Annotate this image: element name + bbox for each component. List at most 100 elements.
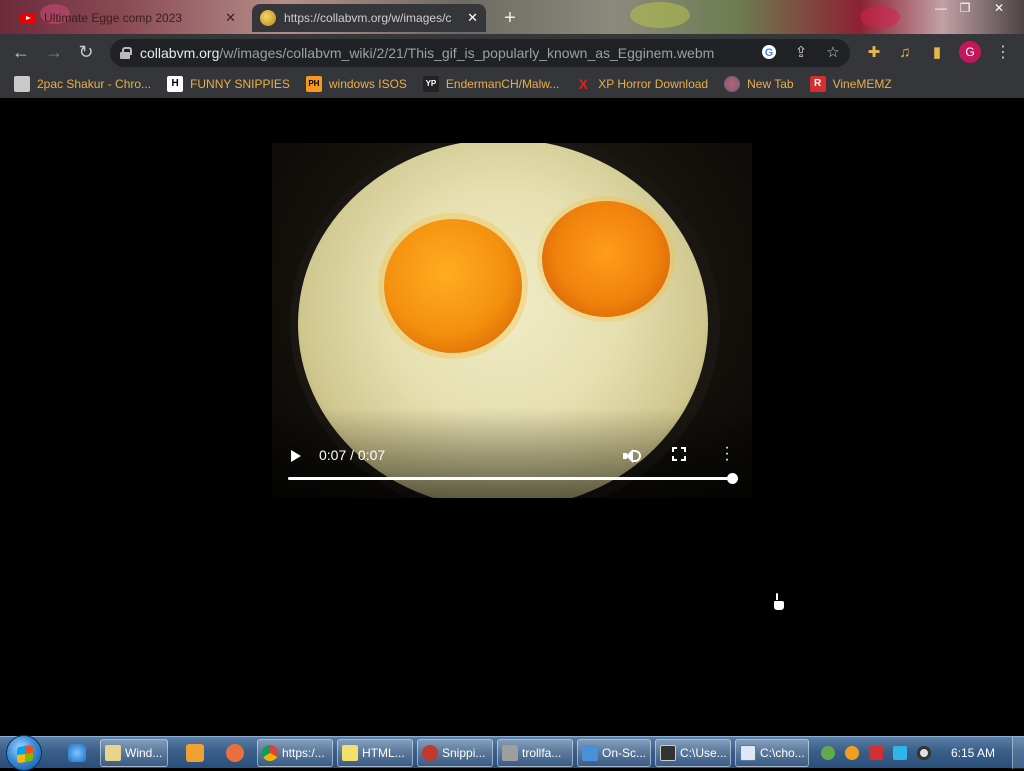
bookmark-label: 2pac Shakur - Chro... <box>37 77 152 91</box>
bookmarks-bar: 2pac Shakur - Chro... H FUNNY SNIPPIES P… <box>0 70 1024 98</box>
back-button[interactable]: ← <box>10 42 32 64</box>
obs-icon[interactable] <box>917 746 931 760</box>
taskbar-task-active[interactable]: https:/... <box>257 739 333 767</box>
tab-collabvm[interactable]: https://collabvm.org/w/images/c ✕ <box>252 4 486 32</box>
7zip-icon <box>660 745 676 761</box>
taskbar-task[interactable]: On-Sc... <box>577 739 651 767</box>
chrome-icon <box>262 745 278 761</box>
tab-strip: Ultimate Egge comp 2023 ✕ https://collab… <box>0 0 1024 34</box>
more-options-icon[interactable]: · · · <box>724 440 730 468</box>
taskbar-task[interactable]: Snippi... <box>417 739 493 767</box>
bookmark-label: VineMEMZ <box>832 77 892 91</box>
task-label: C:\cho... <box>760 746 805 760</box>
volume-icon[interactable] <box>622 446 642 466</box>
flag-icon[interactable] <box>869 746 883 760</box>
profile-avatar[interactable]: G <box>959 41 981 63</box>
task-label: trollfa... <box>522 746 562 760</box>
taskbar-task[interactable]: Wind... <box>100 739 168 767</box>
video-controls: 0:07 / 0:07 · · · <box>272 436 752 498</box>
bookmark-item[interactable]: H FUNNY SNIPPIES <box>167 76 290 92</box>
show-desktop-button[interactable] <box>1012 737 1024 769</box>
monitor-icon[interactable] <box>893 746 907 760</box>
chrome-menu-icon[interactable]: ⋮ <box>995 42 1011 62</box>
url-text[interactable]: collabvm.org/w/images/collabvm_wiki/2/21… <box>140 45 714 61</box>
side-panel-icon[interactable]: ▮ <box>927 43 947 63</box>
pornhub-favicon-icon: PH <box>305 76 322 92</box>
taskbar-task[interactable]: HTML... <box>337 739 413 767</box>
video-frame-yolk-left <box>384 219 522 353</box>
address-bar[interactable]: collabvm.org/w/images/collabvm_wiki/2/21… <box>110 39 850 67</box>
network-icon[interactable] <box>821 746 835 760</box>
html-help-icon <box>342 745 358 761</box>
explorer-window-icon <box>105 745 121 761</box>
google-icon[interactable]: G <box>760 44 778 62</box>
snipping-tool-icon <box>422 745 438 761</box>
collabvm-icon <box>260 10 276 26</box>
taskbar-clock[interactable]: 6:15 AM <box>951 746 995 760</box>
on-screen-keyboard-icon <box>582 745 598 761</box>
internet-explorer-icon[interactable] <box>68 744 86 762</box>
seek-progress <box>288 477 732 480</box>
x-favicon-icon: X <box>578 76 588 92</box>
restore-button[interactable]: ❐ <box>952 0 978 18</box>
play-icon[interactable] <box>288 448 302 464</box>
time-display: 0:07 / 0:07 <box>319 447 386 463</box>
forward-button[interactable]: → <box>43 42 65 64</box>
bookmark-label: EndermanCH/Malw... <box>445 77 560 91</box>
paint-app-icon[interactable] <box>226 744 244 762</box>
tab-title: https://collabvm.org/w/images/c <box>284 11 452 25</box>
hand-cursor-icon <box>773 592 785 612</box>
tab-title: Ultimate Egge comp 2023 <box>44 11 183 25</box>
r-favicon-icon: R <box>809 76 826 92</box>
new-tab-button[interactable]: + <box>500 7 520 30</box>
minimize-button[interactable]: — <box>928 0 954 18</box>
browser-toolbar: ← → ↻ collabvm.org/w/images/collabvm_wik… <box>0 34 1024 70</box>
url-path: /w/images/collabvm_wiki/2/21/This_gif_is… <box>219 45 715 61</box>
bookmark-label: XP Horror Download <box>598 77 709 91</box>
task-label: C:\Use... <box>680 746 727 760</box>
bookmark-item[interactable]: YP EndermanCH/Malw... <box>422 76 560 92</box>
taskbar-task[interactable]: C:\Use... <box>655 739 731 767</box>
cmd-window-icon <box>740 745 756 761</box>
svg-text:G: G <box>765 47 774 59</box>
task-label: HTML... <box>362 746 405 760</box>
newtab-favicon-icon <box>724 76 741 92</box>
share-icon[interactable]: ⇪ <box>792 44 810 62</box>
wallpaper-splash <box>630 2 690 28</box>
taskbar-task[interactable]: C:\cho... <box>735 739 809 767</box>
bookmark-item[interactable]: X XP Horror Download <box>575 76 709 92</box>
video-frame-yolk-right <box>542 201 670 317</box>
youtube-icon <box>20 12 36 24</box>
wallpaper-splash <box>860 6 900 28</box>
task-label: https:/... <box>282 746 325 760</box>
bookmark-item[interactable]: R VineMEMZ <box>809 76 892 92</box>
search-tray-icon[interactable] <box>845 746 859 760</box>
bookmark-item[interactable]: PH windows ISOS <box>305 76 407 92</box>
taskbar-task[interactable]: trollfa... <box>497 739 573 767</box>
tab-close-icon[interactable]: ✕ <box>225 10 236 26</box>
media-control-icon[interactable]: ♫ <box>895 43 915 63</box>
close-window-button[interactable]: ✕ <box>986 0 1012 18</box>
bookmark-label: New Tab <box>747 77 794 91</box>
start-button[interactable] <box>6 735 42 771</box>
bookmark-item[interactable]: New Tab <box>724 76 794 92</box>
tab-close-icon[interactable]: ✕ <box>467 10 478 26</box>
yp-favicon-icon: YP <box>422 76 439 92</box>
bookmark-label: windows ISOS <box>328 77 407 91</box>
tab-youtube[interactable]: Ultimate Egge comp 2023 ✕ <box>12 4 244 32</box>
bookmark-item[interactable]: 2pac Shakur - Chro... <box>14 76 151 92</box>
bookmark-star-icon[interactable]: ☆ <box>824 44 842 62</box>
seek-thumb[interactable] <box>727 473 738 484</box>
media-player-icon[interactable] <box>186 744 204 762</box>
seek-bar[interactable] <box>288 473 738 484</box>
url-host: collabvm.org <box>140 45 220 61</box>
task-label: On-Sc... <box>602 746 647 760</box>
fullscreen-icon[interactable] <box>672 447 686 461</box>
bookmark-label: FUNNY SNIPPIES <box>190 77 290 91</box>
lock-icon[interactable] <box>120 47 132 59</box>
h-favicon-icon: H <box>167 76 184 92</box>
extensions-icon[interactable]: ✚ <box>864 43 884 63</box>
reload-button[interactable]: ↻ <box>75 42 97 64</box>
windows-taskbar: Wind... https:/... HTML... Snippi... tro… <box>0 735 1024 771</box>
task-label: Wind... <box>125 746 163 760</box>
